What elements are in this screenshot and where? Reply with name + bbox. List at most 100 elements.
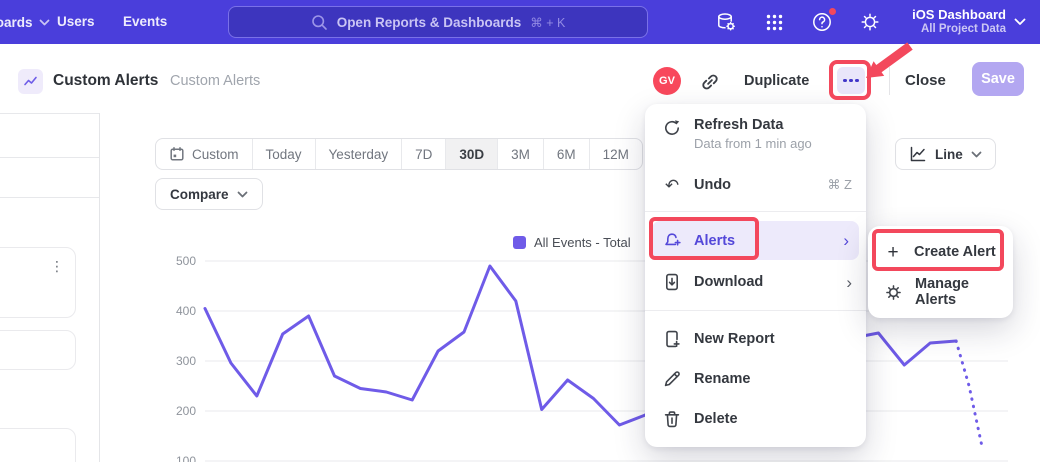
new-report-icon: [662, 329, 682, 349]
menu-item-label: Delete: [694, 411, 738, 427]
date-range-label: 12M: [603, 147, 629, 162]
gear-icon: [884, 283, 903, 302]
menu-item-label: New Report: [694, 331, 775, 347]
date-range-3m[interactable]: 3M: [498, 139, 544, 169]
menu-item-undo[interactable]: ↶ Undo ⌘ Z: [645, 170, 866, 200]
search-icon: [311, 14, 328, 31]
project-scope: All Project Data: [912, 23, 1006, 37]
chevron-down-icon: [971, 151, 982, 158]
search-shortcut: ⌘ + K: [530, 15, 565, 30]
line-chart-icon: [909, 145, 927, 163]
compare-button[interactable]: Compare: [155, 178, 263, 210]
nav-item-users[interactable]: Users: [57, 14, 95, 29]
chevron-down-icon: [39, 19, 50, 26]
nav-item-events[interactable]: Events: [123, 14, 167, 29]
settings-gear-icon[interactable]: [858, 10, 882, 34]
trash-icon: [662, 409, 682, 429]
submenu-item-label: Create Alert: [914, 244, 996, 260]
pencil-icon: [662, 369, 682, 389]
chevron-right-icon: ›: [843, 232, 849, 249]
duplicate-button[interactable]: Duplicate: [744, 73, 809, 89]
save-button[interactable]: Save: [972, 62, 1024, 96]
legend-label: All Events - Total: [534, 235, 631, 250]
nav-item-boards-partial[interactable]: Boards: [0, 0, 50, 44]
date-range-label: Yesterday: [329, 147, 389, 162]
menu-item-label: Undo: [694, 177, 731, 193]
menu-item-delete[interactable]: Delete: [645, 403, 866, 435]
top-nav: Boards Users Events Open Reports & Dashb…: [0, 0, 1040, 44]
more-options-button[interactable]: [837, 67, 865, 94]
chart-legend[interactable]: All Events - Total: [513, 235, 631, 250]
compare-label: Compare: [170, 187, 229, 202]
menu-item-label: Download: [694, 274, 763, 290]
calendar-icon: [169, 146, 185, 162]
date-range-label: Today: [266, 147, 302, 162]
legend-swatch: [513, 236, 526, 249]
svg-text:100: 100: [176, 454, 196, 462]
menu-item-label: Refresh Data: [694, 117, 812, 133]
project-text: iOS Dashboard All Project Data: [912, 7, 1006, 36]
date-range-label: 30D: [459, 147, 484, 162]
menu-divider: [645, 310, 866, 311]
date-range-30d[interactable]: 30D: [446, 139, 498, 169]
more-options-menu: Refresh Data Data from 1 min ago ↶ Undo …: [645, 104, 866, 447]
plus-icon: +: [884, 243, 902, 262]
refresh-icon: [662, 118, 682, 138]
menu-item-download[interactable]: Download ›: [645, 266, 866, 298]
chevron-right-icon: ›: [846, 274, 852, 291]
app-window: Boards Users Events Open Reports & Dashb…: [0, 0, 1040, 462]
chart-type-button[interactable]: Line: [895, 138, 996, 170]
svg-text:500: 500: [176, 254, 196, 268]
menu-item-new-report[interactable]: New Report: [645, 323, 866, 355]
avatar[interactable]: GV: [653, 67, 681, 95]
date-range-yesterday[interactable]: Yesterday: [316, 139, 403, 169]
report-type-icon: [18, 69, 43, 94]
submenu-item-manage-alerts[interactable]: Manage Alerts: [868, 272, 1013, 312]
date-range-label: 3M: [511, 147, 530, 162]
global-search-input[interactable]: Open Reports & Dashboards ⌘ + K: [228, 6, 648, 38]
breadcrumb: Custom Alerts: [170, 73, 260, 89]
help-icon[interactable]: [810, 10, 834, 34]
date-range-today[interactable]: Today: [253, 139, 316, 169]
date-range-label: 6M: [557, 147, 576, 162]
nav-boards-label: Boards: [0, 15, 33, 30]
data-management-icon[interactable]: [714, 10, 738, 34]
menu-divider: [645, 211, 866, 212]
alerts-submenu: + Create Alert Manage Alerts: [868, 226, 1013, 318]
apps-grid-icon[interactable]: [762, 10, 786, 34]
menu-item-refresh-data[interactable]: Refresh Data Data from 1 min ago: [645, 113, 866, 161]
menu-item-label: Alerts: [694, 233, 735, 249]
date-range-label: 7D: [415, 147, 432, 162]
date-range-label: Custom: [192, 147, 239, 162]
menu-item-shortcut: ⌘ Z: [827, 177, 852, 193]
date-range-7d[interactable]: 7D: [402, 139, 446, 169]
undo-icon: ↶: [662, 177, 682, 194]
menu-item-sublabel: Data from 1 min ago: [694, 136, 812, 151]
date-range-control: Custom Today Yesterday 7D 30D 3M 6M 12M: [155, 138, 643, 170]
bell-plus-icon: [662, 231, 682, 251]
page-title: Custom Alerts: [53, 72, 158, 90]
menu-item-text: Refresh Data Data from 1 min ago: [694, 117, 812, 151]
svg-text:200: 200: [176, 404, 196, 418]
submenu-item-create-alert[interactable]: + Create Alert: [868, 232, 1013, 272]
nav-icon-group: iOS Dashboard All Project Data: [714, 0, 1040, 44]
copy-link-icon[interactable]: [699, 71, 721, 93]
chart-type-label: Line: [935, 147, 963, 162]
chevron-down-icon: [237, 191, 248, 198]
menu-item-alerts[interactable]: Alerts ›: [652, 221, 859, 260]
date-range-custom[interactable]: Custom: [156, 139, 253, 169]
search-placeholder: Open Reports & Dashboards: [337, 15, 522, 30]
submenu-item-label: Manage Alerts: [915, 276, 1003, 308]
close-button[interactable]: Close: [905, 72, 946, 89]
chevron-down-icon: [1014, 18, 1026, 26]
svg-text:400: 400: [176, 304, 196, 318]
menu-item-label: Rename: [694, 371, 750, 387]
notification-dot: [828, 7, 837, 16]
date-range-12m[interactable]: 12M: [590, 139, 642, 169]
project-name: iOS Dashboard: [912, 7, 1006, 23]
menu-item-rename[interactable]: Rename: [645, 363, 866, 395]
date-range-6m[interactable]: 6M: [544, 139, 590, 169]
toolbar-divider: [889, 67, 890, 95]
project-switcher[interactable]: iOS Dashboard All Project Data: [912, 7, 1026, 36]
svg-text:300: 300: [176, 354, 196, 368]
